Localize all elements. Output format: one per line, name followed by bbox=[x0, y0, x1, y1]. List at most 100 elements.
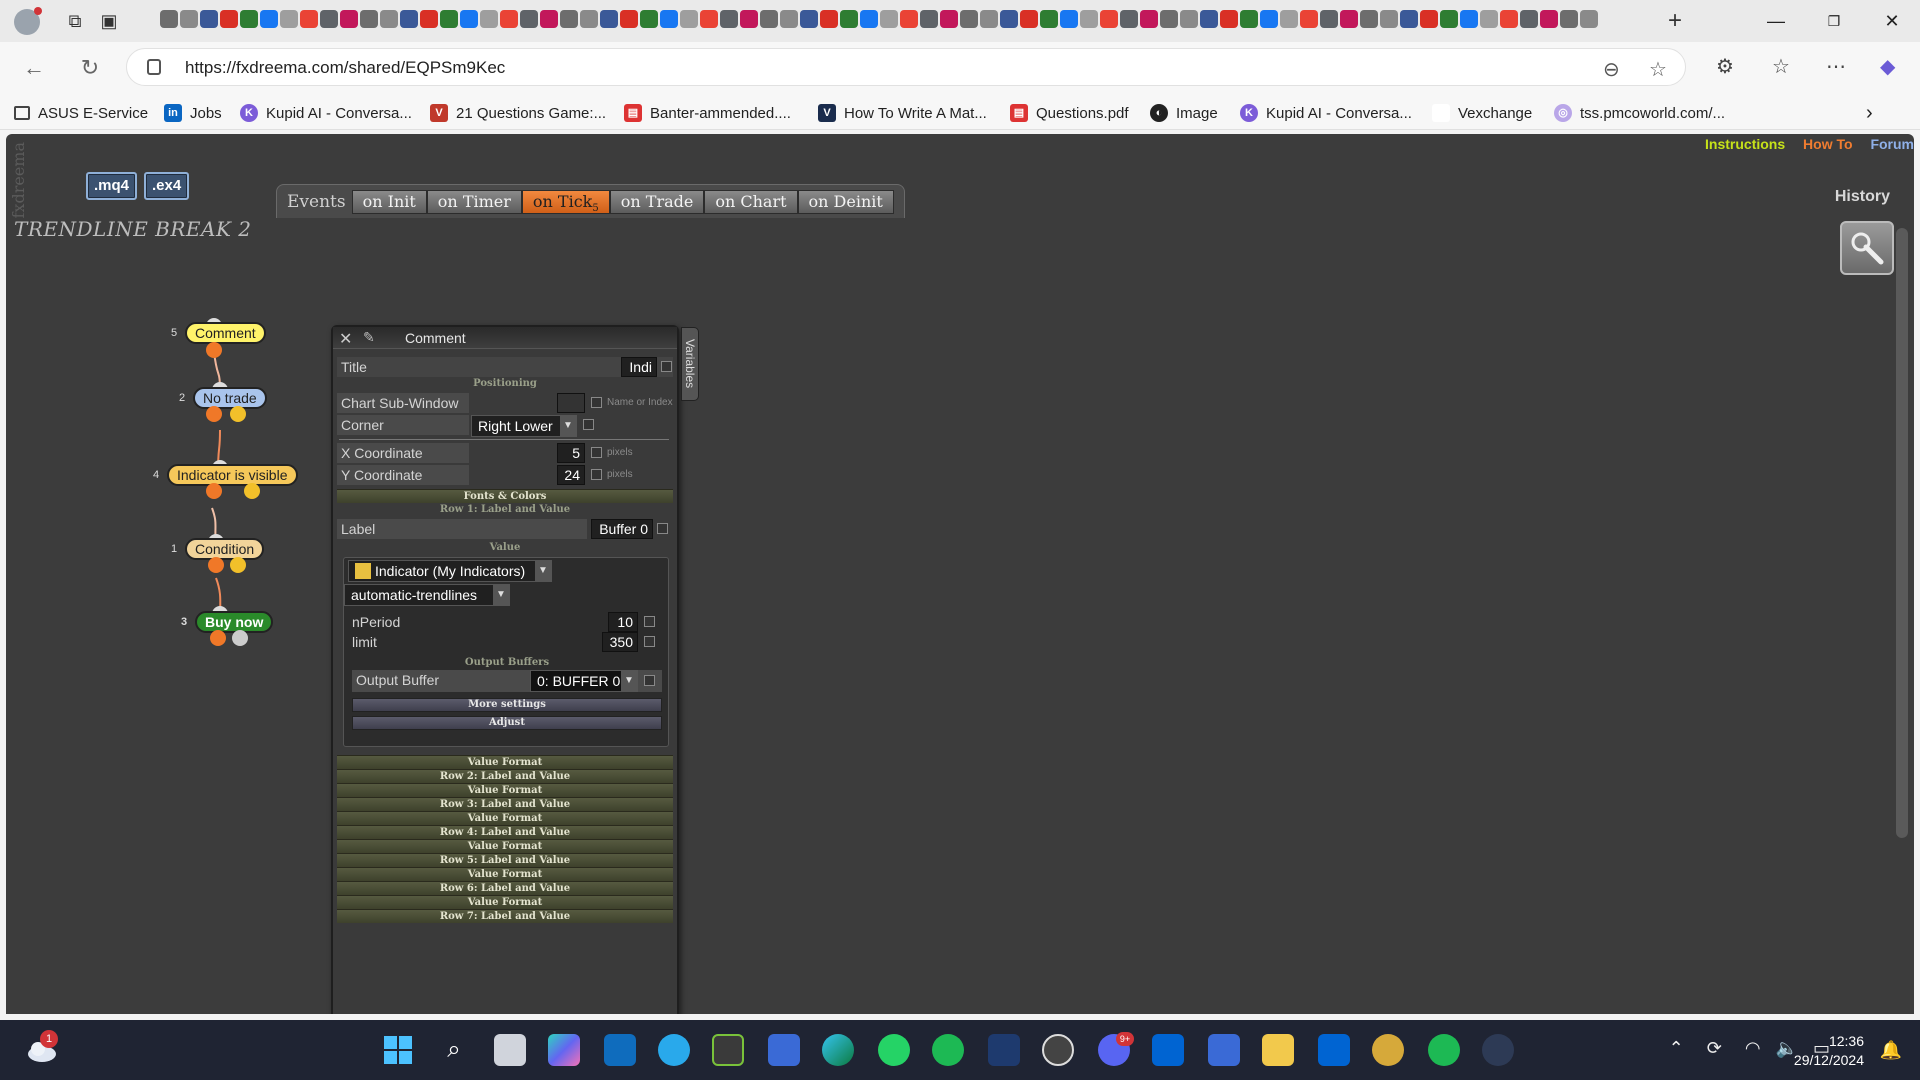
tab-favicon[interactable] bbox=[1460, 10, 1478, 28]
tab-favicon[interactable] bbox=[1500, 10, 1518, 28]
param-limit-checkbox[interactable] bbox=[644, 636, 655, 647]
tab-favicon[interactable] bbox=[1020, 10, 1038, 28]
minimize-icon[interactable]: — bbox=[1748, 0, 1804, 42]
title-checkbox[interactable] bbox=[661, 361, 672, 372]
indicator-select[interactable]: automatic-trendlines ▼ bbox=[344, 584, 510, 606]
start-icon[interactable] bbox=[382, 1034, 414, 1066]
profile-icon[interactable] bbox=[14, 7, 42, 35]
pinned-tabs[interactable] bbox=[160, 10, 1640, 32]
wifi-icon[interactable]: ◠ bbox=[1745, 1038, 1761, 1058]
tab-favicon[interactable] bbox=[340, 10, 358, 28]
chevron-down-icon[interactable]: ▼ bbox=[535, 561, 551, 581]
file-explorer-icon[interactable] bbox=[1262, 1034, 1294, 1066]
tab-favicon[interactable] bbox=[580, 10, 598, 28]
tab-favicon[interactable] bbox=[820, 10, 838, 28]
tab-favicon[interactable] bbox=[640, 10, 658, 28]
tab-favicon[interactable] bbox=[1160, 10, 1178, 28]
bookmark-how-to-write[interactable]: V How To Write A Mat... bbox=[818, 102, 987, 124]
bookmark-21-questions[interactable]: V 21 Questions Game:... bbox=[430, 102, 606, 124]
zoom-icon[interactable]: ⊖ bbox=[1603, 57, 1620, 82]
bookmarks-overflow-icon[interactable]: › bbox=[1866, 102, 1873, 124]
output-buffer-checkbox[interactable] bbox=[644, 675, 655, 686]
tab-on-trade[interactable]: on Trade bbox=[609, 189, 705, 214]
bookmark-image[interactable]: ◐ Image bbox=[1150, 102, 1218, 124]
tab-favicon[interactable] bbox=[1280, 10, 1298, 28]
tab-favicon[interactable] bbox=[540, 10, 558, 28]
tab-favicon[interactable] bbox=[1300, 10, 1318, 28]
close-icon[interactable]: ✕ bbox=[339, 329, 352, 349]
node-output-dot[interactable] bbox=[244, 483, 260, 499]
row5-bar[interactable]: Row 5: Label and Value bbox=[337, 853, 673, 867]
row6-bar[interactable]: Row 6: Label and Value bbox=[337, 881, 673, 895]
tab-favicon[interactable] bbox=[600, 10, 618, 28]
whatsapp-icon[interactable] bbox=[878, 1034, 910, 1066]
title-input[interactable]: Indi bbox=[621, 357, 657, 377]
tab-favicon[interactable] bbox=[400, 10, 418, 28]
tab-favicon[interactable] bbox=[160, 10, 178, 28]
row2-bar[interactable]: Row 2: Label and Value bbox=[337, 769, 673, 783]
speedometer-icon[interactable] bbox=[1482, 1034, 1514, 1066]
refresh-icon[interactable]: ↻ bbox=[76, 54, 104, 82]
node-buy-now[interactable]: 3 Buy now bbox=[181, 611, 274, 633]
variables-tab[interactable]: Variables bbox=[681, 327, 699, 401]
tab-favicon[interactable] bbox=[1000, 10, 1018, 28]
tab-favicon[interactable] bbox=[280, 10, 298, 28]
tab-favicon[interactable] bbox=[720, 10, 738, 28]
tab-favicon[interactable] bbox=[440, 10, 458, 28]
tab-favicon[interactable] bbox=[1140, 10, 1158, 28]
more-menu-icon[interactable]: ⋯ bbox=[1826, 54, 1846, 79]
sync-icon[interactable]: ⟳ bbox=[1707, 1038, 1722, 1058]
tab-favicon[interactable] bbox=[1540, 10, 1558, 28]
chevron-down-icon[interactable]: ▼ bbox=[621, 671, 637, 691]
copilot-icon[interactable]: ◆ bbox=[1880, 54, 1895, 79]
row7-bar[interactable]: Row 7: Label and Value bbox=[337, 909, 673, 923]
vscode-icon[interactable] bbox=[988, 1034, 1020, 1066]
tab-favicon[interactable] bbox=[1040, 10, 1058, 28]
forum-link[interactable]: Forum bbox=[1870, 136, 1914, 152]
paypal-icon[interactable] bbox=[1318, 1034, 1350, 1066]
task-view-icon[interactable] bbox=[494, 1034, 526, 1066]
tab-favicon[interactable] bbox=[1200, 10, 1218, 28]
tab-favicon[interactable] bbox=[1220, 10, 1238, 28]
tab-favicon[interactable] bbox=[1340, 10, 1358, 28]
tab-on-timer[interactable]: on Timer bbox=[426, 189, 522, 214]
tab-favicon[interactable] bbox=[320, 10, 338, 28]
bookmark-kupid-2[interactable]: K Kupid AI - Conversa... bbox=[1240, 102, 1412, 124]
tab-favicon[interactable] bbox=[940, 10, 958, 28]
tab-favicon[interactable] bbox=[1120, 10, 1138, 28]
label-checkbox[interactable] bbox=[657, 523, 668, 534]
node-output-dot[interactable] bbox=[206, 483, 222, 499]
value-format-bar[interactable]: Value Format bbox=[337, 783, 673, 797]
tab-favicon[interactable] bbox=[1400, 10, 1418, 28]
tab-on-tick[interactable]: on Tick5 bbox=[521, 189, 610, 214]
url-field[interactable]: https://fxdreema.com/shared/EQPSm9Kec ⊖ … bbox=[126, 48, 1686, 86]
tab-on-deinit[interactable]: on Deinit bbox=[797, 189, 894, 214]
tab-favicon[interactable] bbox=[860, 10, 878, 28]
instructions-link[interactable]: Instructions bbox=[1705, 136, 1785, 152]
chevron-up-icon[interactable]: ⌃ bbox=[1669, 1038, 1684, 1058]
vertical-scrollbar[interactable] bbox=[1896, 228, 1908, 838]
app-icon[interactable] bbox=[1372, 1034, 1404, 1066]
lock-icon[interactable] bbox=[147, 59, 161, 75]
url-text[interactable]: https://fxdreema.com/shared/EQPSm9Kec bbox=[185, 58, 505, 78]
corner-checkbox[interactable] bbox=[583, 419, 594, 430]
tab-favicon[interactable] bbox=[420, 10, 438, 28]
chevron-down-icon[interactable]: ▼ bbox=[493, 585, 509, 605]
param-nperiod-input[interactable]: 10 bbox=[608, 612, 638, 632]
outlook-icon[interactable] bbox=[604, 1034, 636, 1066]
tab-favicon[interactable] bbox=[360, 10, 378, 28]
spotify-icon[interactable] bbox=[932, 1034, 964, 1066]
param-nperiod-checkbox[interactable] bbox=[644, 616, 655, 627]
label-input[interactable]: Buffer 0 bbox=[591, 519, 653, 539]
restore-icon[interactable]: ❐ bbox=[1806, 0, 1862, 42]
tab-on-chart[interactable]: on Chart bbox=[704, 189, 798, 214]
tab-favicon[interactable] bbox=[900, 10, 918, 28]
node-comment[interactable]: 5 Comment bbox=[171, 322, 266, 344]
tab-favicon[interactable] bbox=[460, 10, 478, 28]
node-output-dot[interactable] bbox=[232, 630, 248, 646]
tab-favicon[interactable] bbox=[800, 10, 818, 28]
value-format-bar[interactable]: Value Format bbox=[337, 867, 673, 881]
close-window-icon[interactable]: ✕ bbox=[1864, 0, 1920, 42]
tab-favicon[interactable] bbox=[760, 10, 778, 28]
tab-favicon[interactable] bbox=[960, 10, 978, 28]
